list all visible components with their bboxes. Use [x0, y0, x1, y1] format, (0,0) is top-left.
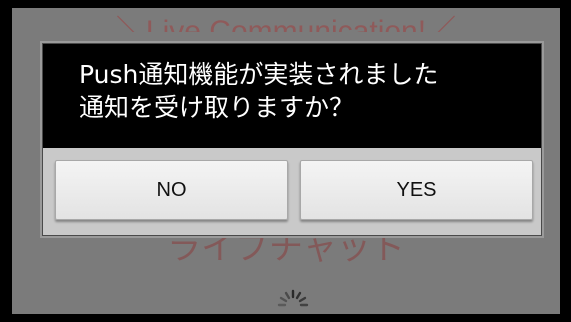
no-button[interactable]: NO — [55, 160, 288, 220]
dialog-message-line-1: Push通知機能が実装されました — [79, 60, 439, 89]
dialog-message-line-2: 通知を受け取りますか？ — [79, 93, 355, 122]
screen: ＼Live Communication!／ FANZA ライブチャット Push… — [0, 0, 571, 322]
push-notification-dialog: Push通知機能が実装されました 通知を受け取りますか？ NO YES — [42, 43, 542, 236]
dialog-message: Push通知機能が実装されました 通知を受け取りますか？ — [43, 44, 541, 148]
background-tagline: ＼Live Communication!／ — [115, 15, 457, 32]
dialog-button-bar: NO YES — [43, 148, 541, 235]
yes-button[interactable]: YES — [300, 160, 533, 220]
loading-spinner-icon — [277, 289, 309, 307]
